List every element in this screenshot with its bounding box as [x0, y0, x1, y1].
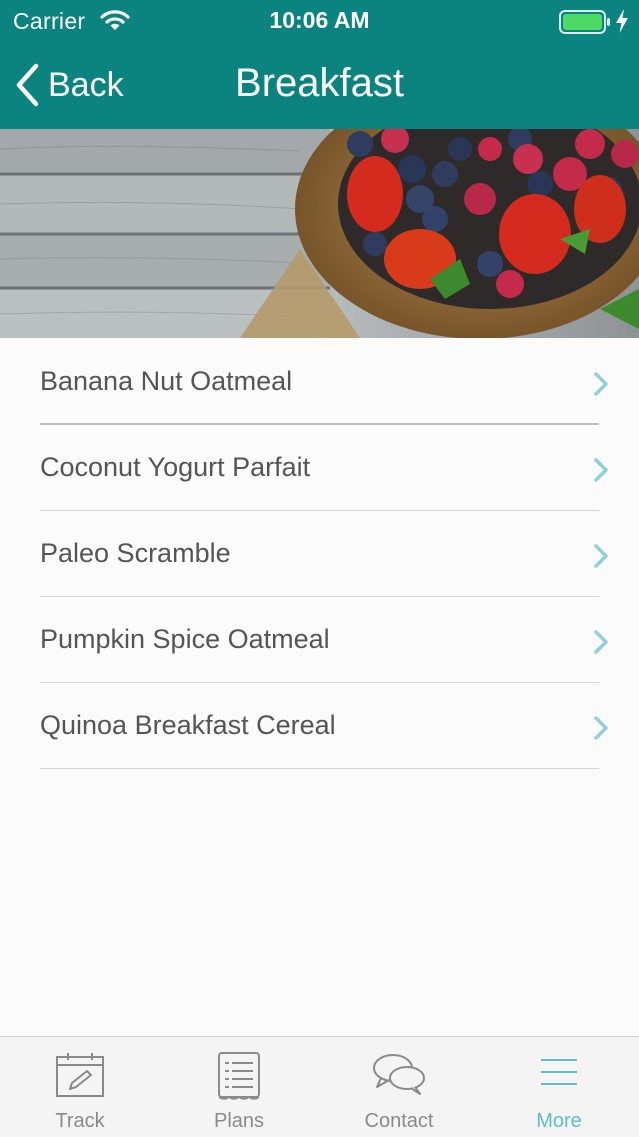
recipe-item-pumpkin-spice-oatmeal[interactable]: Pumpkin Spice Oatmeal [0, 597, 639, 683]
recipe-item-label: Banana Nut Oatmeal [40, 366, 293, 396]
tab-plans[interactable]: Plans [159, 1037, 319, 1137]
recipe-list: Banana Nut Oatmeal Coconut Yogurt Parfai… [0, 339, 639, 769]
chevron-right-icon [594, 630, 608, 654]
chat-bubbles-icon [373, 1054, 425, 1095]
chevron-right-icon [594, 716, 608, 740]
clock: 10:06 AM [269, 7, 370, 33]
chevron-right-icon [594, 458, 608, 482]
recipe-item-label: Paleo Scramble [40, 538, 231, 568]
recipe-item-label: Quinoa Breakfast Cereal [40, 710, 336, 740]
recipe-item-coconut-yogurt-parfait[interactable]: Coconut Yogurt Parfait [0, 425, 639, 511]
tab-more[interactable]: More [479, 1037, 639, 1137]
recipe-item-banana-nut-oatmeal[interactable]: Banana Nut Oatmeal [0, 339, 639, 425]
hamburger-menu-icon [541, 1059, 577, 1085]
header: Carrier 10:06 AM Back Breakfast [0, 0, 639, 129]
recipe-item-label: Coconut Yogurt Parfait [40, 452, 311, 482]
divider [40, 768, 599, 769]
page-title: Breakfast [235, 61, 404, 105]
recipe-item-label: Pumpkin Spice Oatmeal [40, 624, 330, 654]
hero-image-berries [0, 129, 639, 338]
chevron-right-icon [594, 372, 608, 396]
tab-contact[interactable]: Contact [319, 1037, 479, 1137]
tab-label: Contact [364, 1110, 434, 1132]
recipe-item-paleo-scramble[interactable]: Paleo Scramble [0, 511, 639, 597]
tab-label: More [536, 1110, 582, 1132]
document-list-icon [218, 1052, 260, 1100]
recipe-item-quinoa-breakfast-cereal[interactable]: Quinoa Breakfast Cereal [0, 683, 639, 769]
tab-track[interactable]: Track [0, 1037, 160, 1137]
tab-bar: Track Plans Contact More [0, 1036, 639, 1137]
chevron-right-icon [594, 544, 608, 568]
charging-bolt-icon [615, 8, 629, 39]
tab-label: Track [55, 1110, 105, 1132]
tab-label: Plans [213, 1110, 265, 1132]
battery-icon [559, 10, 611, 39]
status-bar: Carrier 10:06 AM [0, 0, 639, 44]
calendar-pencil-icon [56, 1053, 104, 1097]
navigation-bar: Back Breakfast [0, 44, 639, 129]
